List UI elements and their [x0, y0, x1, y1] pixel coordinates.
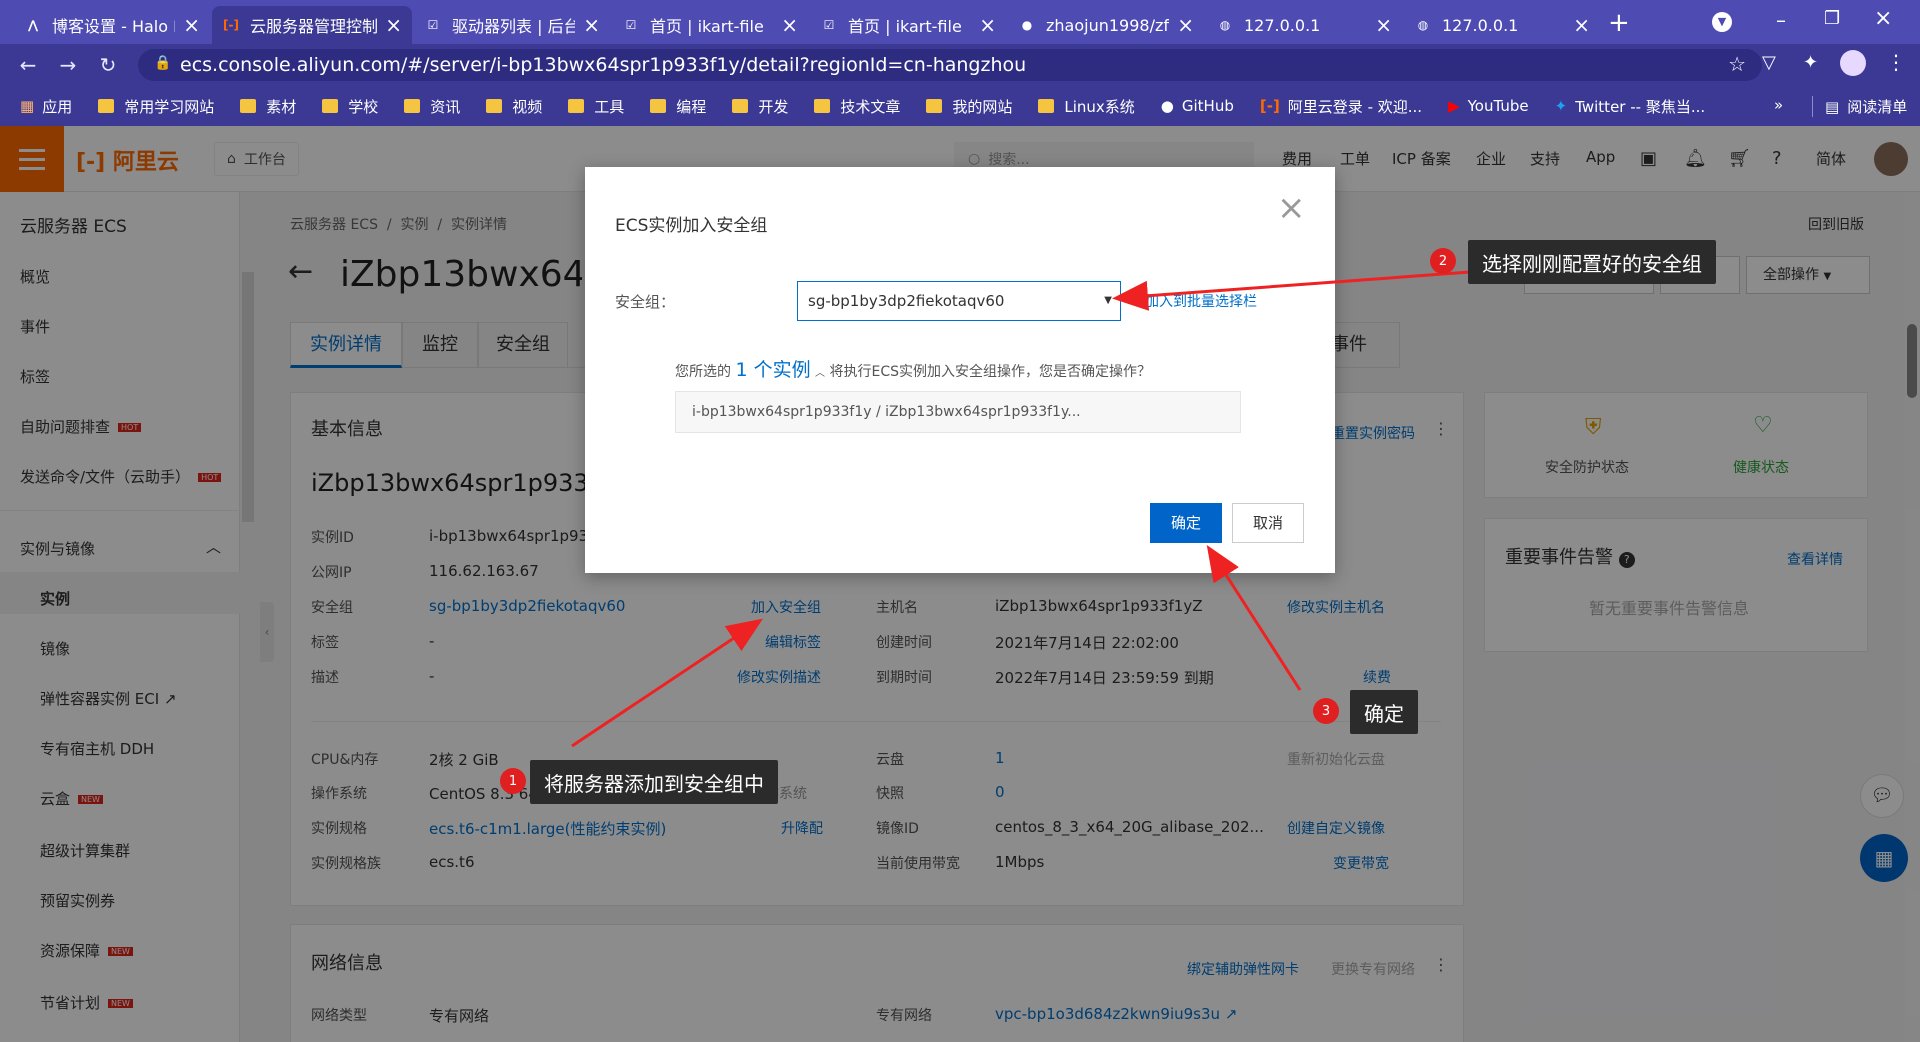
annotation-arrow-2 [1112, 270, 1471, 311]
annotation-badge-3: 3 [1313, 698, 1339, 724]
annotation-callout-3: 确定 [1350, 690, 1418, 734]
annotation-arrows [571, 270, 1471, 748]
annotation-arrow-1 [571, 618, 763, 748]
annotation-callout-1: 将服务器添加到安全组中 [530, 760, 778, 804]
annotation-badge-2: 2 [1430, 248, 1456, 274]
annotation-callout-2: 选择刚刚配置好的安全组 [1468, 240, 1716, 284]
annotation-badge-1: 1 [500, 768, 526, 794]
annotation-arrow-3 [1206, 544, 1302, 691]
